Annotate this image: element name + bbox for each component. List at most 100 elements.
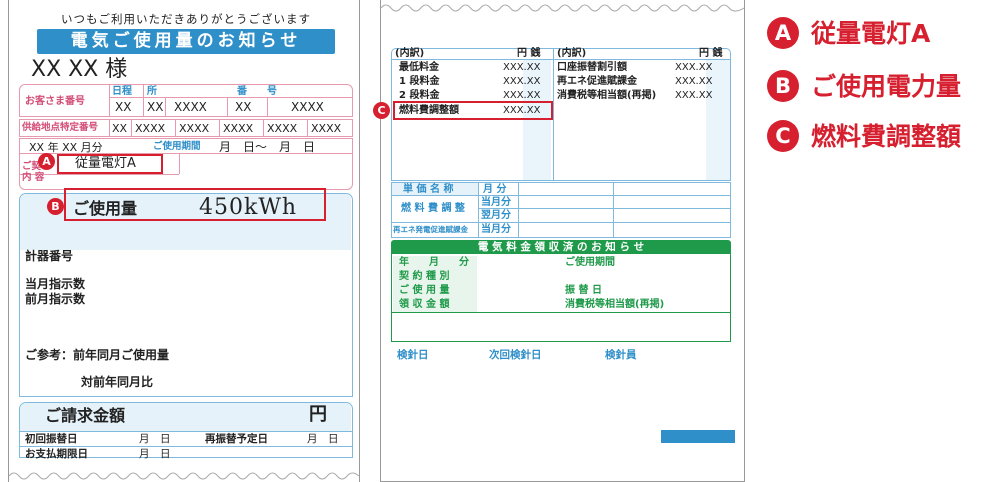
current-reading-label: 当月指示数 xyxy=(25,277,86,291)
payment-banner-text: 電 気 料 金 領 収 済 の お 知 ら せ xyxy=(477,241,645,253)
unit-price-label: 単 価 名 称 xyxy=(403,184,454,195)
receipt-torn-edge xyxy=(381,4,744,12)
tax-amount-label: 消費税等相当額(再掲) xyxy=(565,299,665,310)
table-divider xyxy=(391,195,731,196)
highlight-box-c xyxy=(393,101,553,120)
this-month-label: 当月分 xyxy=(481,197,511,208)
col-place-label: 所 xyxy=(147,86,157,97)
supply-cell: XX xyxy=(112,122,128,135)
grid-divider xyxy=(109,119,110,137)
grid-divider xyxy=(219,119,220,137)
receipt-sheet: (内訳) 円 銭 (内訳) 円 銭 最低料金 XXX.XX 1 段料金 XXX.… xyxy=(373,0,745,482)
legend-badge-c: C xyxy=(767,120,799,152)
deadline-label: お支払期限日 xyxy=(25,448,88,460)
fuel-adjust-label: 燃 料 費 調 整 xyxy=(401,203,465,214)
contract-type-label: 契 約 種 別 xyxy=(399,271,450,282)
breakdown-divider xyxy=(391,59,731,60)
supply-cell: XXXX xyxy=(179,122,210,135)
breakdown-divider xyxy=(553,48,554,181)
customer-name: XX XX 様 xyxy=(31,57,128,82)
breakdown-label-2: (内訳) xyxy=(557,48,587,59)
period-value: 月 日～ 月 日 xyxy=(219,140,316,154)
breakdown-item-value: XXX.XX xyxy=(675,62,713,73)
grid-divider xyxy=(109,84,110,117)
badge-a: A xyxy=(38,153,55,170)
grid-divider xyxy=(143,84,144,117)
received-amount-label: 領 収 金 額 xyxy=(399,299,450,310)
table-divider xyxy=(478,208,731,209)
contract-label-2: 内 容 xyxy=(22,172,45,183)
greeting-text: いつもご利用いただきありがとうございます xyxy=(61,12,311,26)
yen-sen-label-2: 円 銭 xyxy=(699,48,723,59)
breakdown-item-value: XXX.XX xyxy=(675,90,713,101)
period-month: XX 年 XX 月分 xyxy=(29,141,103,154)
highlight-box-a xyxy=(57,154,163,174)
legend-badge-a: A xyxy=(767,17,799,49)
breakdown-label: (内訳) xyxy=(395,48,425,59)
bill-sheet: いつもご利用いただきありがとうございます 電気ご使用量のお知らせ XX XX 様… xyxy=(8,0,360,482)
inspection-date-label: 検針日 xyxy=(397,349,429,361)
year-month-label: 年 月 分 xyxy=(399,257,469,268)
deadline-value: 月 日 xyxy=(139,448,171,460)
meter-number-label: 計器番号 xyxy=(25,249,74,263)
cust-num-cell: XX xyxy=(147,100,164,114)
breakdown-item-label: 2 段料金 xyxy=(399,90,440,101)
next-inspection-label: 次回検針日 xyxy=(489,349,542,361)
this-month-label-2: 当月分 xyxy=(481,224,511,235)
grid-divider xyxy=(307,119,308,137)
table-divider xyxy=(478,182,479,238)
grid-divider xyxy=(165,97,166,117)
breakdown-item-value: XXX.XX xyxy=(503,90,541,101)
title-banner-text: 電気ご使用量のお知らせ xyxy=(70,31,302,51)
first-debit-value: 月 日 xyxy=(139,433,171,445)
inspector-label: 検針員 xyxy=(605,349,637,361)
breakdown-item-value: XXX.XX xyxy=(503,62,541,73)
breakdown-item-label: 消費税等相当額(再掲) xyxy=(557,90,657,101)
usage-amount-label: ご 使 用 量 xyxy=(399,285,450,296)
blue-bar xyxy=(661,430,735,443)
breakdown-item-label: 再エネ促進賦課金 xyxy=(557,76,637,87)
customer-number-label: お客さま番号 xyxy=(25,96,85,107)
breakdown-item-value: XXX.XX xyxy=(675,76,713,87)
legend-text-b: ご使用電力量 xyxy=(811,72,962,101)
grid-divider xyxy=(175,119,176,137)
period-label: ご使用期間 xyxy=(153,141,201,152)
grid-divider xyxy=(19,431,353,432)
previous-reading-label: 前月指示数 xyxy=(25,292,86,306)
next-month-label: 翌月分 xyxy=(481,210,511,221)
grid-divider xyxy=(109,97,353,98)
breakdown-item-label: 口座振替割引額 xyxy=(557,62,627,73)
grid-divider xyxy=(131,119,132,137)
cust-num-cell: XXXX xyxy=(174,100,207,114)
cust-num-cell: XX xyxy=(235,100,252,114)
badge-c: C xyxy=(373,102,390,119)
compare-label: 対前年同月比 xyxy=(81,375,154,389)
legend-text-a: 従量電灯A xyxy=(811,19,931,48)
table-divider xyxy=(518,182,519,238)
title-banner: 電気ご使用量のお知らせ xyxy=(37,29,335,54)
grid-divider xyxy=(263,119,264,137)
legend-badge-b: B xyxy=(767,70,799,102)
renewable-label: 再エネ発電促進賦課金 xyxy=(393,225,468,234)
table-divider xyxy=(391,222,731,223)
badge-b: B xyxy=(47,198,64,215)
grid-divider xyxy=(179,153,180,174)
payment-divider xyxy=(391,312,731,313)
payment-banner: 電 気 料 金 領 収 済 の お 知 ら せ xyxy=(391,240,731,254)
first-debit-label: 初回振替日 xyxy=(25,433,78,445)
cust-num-cell: XXXX xyxy=(291,100,324,114)
redebit-label: 再振替予定日 xyxy=(205,433,268,445)
breakdown-item-label: 1 段料金 xyxy=(399,76,440,87)
billing-label: ご請求金額 xyxy=(45,406,126,425)
col-date-label: 日程 xyxy=(112,86,132,97)
bill-torn-edge xyxy=(9,472,359,480)
cust-num-cell: XX xyxy=(115,100,132,114)
redebit-value: 月 日 xyxy=(307,433,339,445)
debit-date-label: 振 替 日 xyxy=(565,285,602,296)
usage-period-label: ご使用期間 xyxy=(565,257,615,268)
billing-yen: 円 xyxy=(309,404,327,425)
supply-cell: XXXX xyxy=(135,122,166,135)
supply-cell: XXXX xyxy=(311,122,342,135)
grid-divider xyxy=(227,97,228,117)
supply-cell: XXXX xyxy=(267,122,298,135)
